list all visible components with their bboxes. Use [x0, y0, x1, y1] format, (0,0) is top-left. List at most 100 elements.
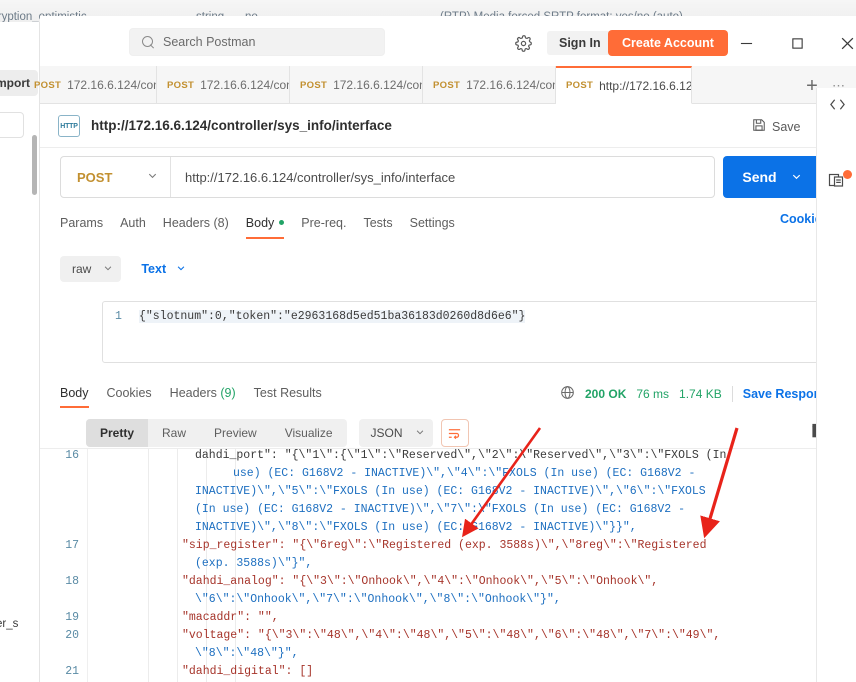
save-label: Save	[772, 119, 801, 134]
sidebar-item-tail[interactable]: er_s	[0, 618, 18, 630]
code-brackets-icon[interactable]	[825, 92, 849, 116]
code-line: INACTIVE)\",\"5\":\"FXOLS (In use) (EC: …	[195, 485, 706, 498]
page-title: http://172.16.6.124/controller/sys_info/…	[91, 118, 392, 133]
tab-label: Settings	[409, 215, 455, 230]
line-number: 17	[65, 539, 79, 552]
unsaved-indicator-icon	[279, 220, 285, 225]
wrap-lines-icon[interactable]	[440, 419, 469, 447]
tab-method: POST	[300, 79, 328, 91]
request-tab-bar[interactable]: POST 172.16.6.124/control POST 172.16.6.…	[34, 66, 856, 104]
gear-icon[interactable]	[512, 32, 534, 54]
app-header: Search Postman Sign In Create Account	[40, 16, 856, 66]
view-mode-raw[interactable]: Raw	[148, 419, 200, 447]
tab-label: Headers (8)	[162, 215, 229, 230]
sign-in-button[interactable]: Sign In	[547, 31, 613, 55]
tab-auth[interactable]: Auth	[120, 216, 146, 239]
response-view-mode-group[interactable]: Pretty Raw Preview Visualize	[86, 419, 347, 447]
http-protocol-icon: HTTP	[58, 115, 80, 137]
response-tabs[interactable]: Body Cookies Headers (9) Test Results	[60, 384, 560, 410]
body-format-label: Text	[141, 262, 167, 276]
sidebar-scrollbar[interactable]	[32, 135, 37, 195]
chevron-down-icon[interactable]	[791, 169, 802, 185]
tab-label: Params	[60, 215, 104, 230]
tab-method: POST	[167, 79, 195, 91]
code-line: "dahdi_digital": []	[182, 665, 314, 678]
body-mode-label: raw	[72, 262, 92, 276]
request-tab[interactable]: POST 172.16.6.124/control	[24, 66, 157, 104]
tab-body[interactable]: Body	[245, 215, 285, 239]
format-label: JSON	[370, 426, 403, 440]
body-mode-select[interactable]: raw	[60, 256, 122, 282]
view-mode-visualize[interactable]: Visualize	[271, 419, 347, 447]
tab-params[interactable]: Params	[60, 216, 103, 239]
code-line: "voltage": "{\"3\":\"48\",\"4\":\"48\",\…	[182, 629, 721, 642]
sidebar-filter-box[interactable]	[0, 112, 24, 138]
tab-pre-request[interactable]: Pre-req.	[301, 216, 346, 239]
tab-settings[interactable]: Settings	[410, 216, 455, 239]
response-view-controls[interactable]: Pretty Raw Preview Visualize JSON	[86, 418, 853, 448]
code-line: use) (EC: G168V2 - INACTIVE)\",\"4\":\"F…	[233, 467, 696, 480]
search-icon	[142, 35, 155, 49]
url-input[interactable]: http://172.16.6.124/controller/sys_info/…	[171, 170, 714, 185]
code-line: "macaddr": "",	[182, 611, 279, 624]
response-time: 76 ms	[636, 387, 670, 401]
request-body-text[interactable]: {"slotnum":0,"token":"e2963168d5ed51ba36…	[139, 310, 526, 323]
indent-guide	[177, 449, 178, 682]
code-line: \"6\":\"Onhook\",\"7\":\"Onhook\",\"8\":…	[195, 593, 561, 606]
code-line: INACTIVE)\",\"8\":\"FXOLS (In use) (EC: …	[195, 521, 637, 534]
tab-label: 172.16.6.124/control	[466, 78, 555, 92]
editor-line-number: 1	[115, 310, 122, 323]
save-button[interactable]: Save	[752, 118, 801, 135]
code-line: (exp. 3588s)\"}",	[195, 557, 313, 570]
request-tab[interactable]: POST 172.16.6.124/control	[157, 66, 290, 104]
close-icon[interactable]	[836, 32, 856, 54]
tab-label: Test Results	[253, 386, 322, 400]
save-disk-icon	[752, 118, 766, 135]
response-body-viewer[interactable]: 16 17 18 19 20 21 22 dahdi_port": "{\"1\…	[40, 448, 856, 682]
response-format-select[interactable]: JSON	[358, 419, 433, 447]
request-body-editor[interactable]: 1 {"slotnum":0,"token":"e2963168d5ed51ba…	[102, 301, 840, 363]
code-line: "sip_register": "{\"6reg\":\"Registered …	[182, 539, 707, 552]
code-line: dahdi_port": "{\"1\":{\"1\":\"Reserved\"…	[195, 449, 727, 462]
create-account-button[interactable]: Create Account	[608, 30, 728, 56]
left-sidebar[interactable]: mport ellipsis-icon e e e e e e e e e e …	[0, 22, 40, 682]
request-tab[interactable]: POST 172.16.6.124/control	[290, 66, 423, 104]
tab-label: Auth	[120, 215, 146, 230]
method-select[interactable]: POST	[61, 157, 171, 197]
postman-window: Search Postman Sign In Create Account PO…	[34, 16, 856, 682]
send-button[interactable]: Send	[723, 156, 821, 198]
line-number-gutter: 16 17 18 19 20 21 22	[40, 449, 88, 682]
minimize-icon[interactable]	[735, 32, 757, 54]
indent-guide	[148, 449, 149, 682]
globe-icon	[560, 385, 575, 403]
response-size: 1.74 KB	[679, 387, 722, 401]
tab-label: Body	[245, 215, 275, 230]
response-tab-test-results[interactable]: Test Results	[254, 386, 322, 408]
screen-root: cryption_optimistic string no (RTP) Medi…	[0, 0, 856, 682]
view-mode-preview[interactable]: Preview	[200, 419, 271, 447]
tab-method: POST	[566, 80, 594, 91]
request-tab[interactable]: POST 172.16.6.124/control	[423, 66, 556, 104]
url-field-group[interactable]: POST http://172.16.6.124/controller/sys_…	[60, 156, 715, 198]
tab-label: Body	[60, 386, 89, 400]
response-tab-body[interactable]: Body	[60, 386, 89, 408]
right-rail[interactable]	[816, 88, 856, 682]
response-meta: 200 OK 76 ms 1.74 KB Save Response	[560, 385, 852, 403]
status-badge: 200 OK	[585, 387, 627, 401]
tab-tests[interactable]: Tests	[363, 216, 392, 239]
maximize-icon[interactable]	[786, 32, 808, 54]
response-tab-cookies[interactable]: Cookies	[107, 386, 152, 408]
request-tab-active[interactable]: POST http://172.16.6.124/c	[556, 66, 692, 104]
line-number: 16	[65, 449, 79, 462]
view-mode-pretty[interactable]: Pretty	[86, 419, 149, 447]
send-label: Send	[742, 169, 777, 185]
request-section-tabs[interactable]: Params Auth Headers (8) Body Pre-req. Te…	[60, 212, 840, 242]
response-tab-headers[interactable]: Headers (9)	[170, 386, 236, 408]
request-name-row: HTTP http://172.16.6.124/controller/sys_…	[40, 104, 856, 148]
search-input[interactable]: Search Postman	[129, 28, 385, 56]
body-format-select[interactable]: Text	[141, 262, 186, 276]
tab-method: POST	[433, 79, 461, 91]
tab-method: POST	[34, 79, 62, 91]
tab-headers[interactable]: Headers (8)	[163, 216, 229, 239]
tab-label: Pre-req.	[301, 215, 347, 230]
